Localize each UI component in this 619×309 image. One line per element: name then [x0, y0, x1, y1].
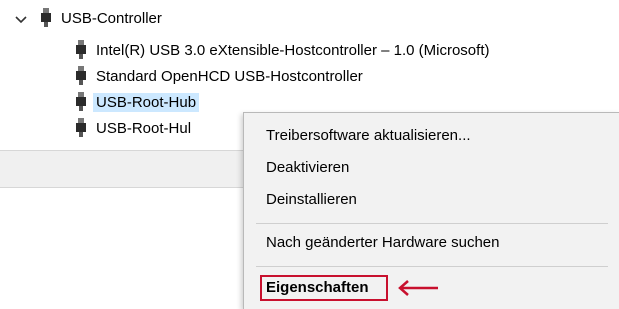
usb-icon	[76, 92, 86, 111]
device-label: Standard OpenHCD USB-Hostcontroller	[96, 67, 363, 85]
annotation-highlight-box	[260, 275, 388, 301]
device-label: USB-Root-Hul	[96, 119, 192, 137]
usb-icon	[76, 66, 86, 85]
device-label: USB-Root-Hub	[93, 92, 200, 112]
usb-icon	[41, 8, 51, 27]
menu-separator	[256, 223, 608, 224]
menu-item-uninstall[interactable]: Deinstallieren	[266, 187, 357, 213]
tree-category-usb-controller[interactable]: USB-Controller	[40, 6, 162, 30]
tree-item-openhcd[interactable]: Standard OpenHCD USB-Hostcontroller	[75, 64, 363, 88]
usb-icon	[76, 40, 86, 59]
menu-separator	[256, 266, 608, 267]
context-menu: Treibersoftware aktualisieren... Deaktiv…	[243, 112, 619, 309]
menu-item-update-driver[interactable]: Treibersoftware aktualisieren...	[266, 123, 471, 149]
category-label: USB-Controller	[61, 9, 162, 27]
tree-item-usb-root-hub-2[interactable]: USB-Root-Hul	[75, 116, 191, 140]
device-label: Intel(R) USB 3.0 eXtensible-Hostcontroll…	[96, 41, 490, 59]
usb-icon	[76, 118, 86, 137]
tree-item-intel-usb3[interactable]: Intel(R) USB 3.0 eXtensible-Hostcontroll…	[75, 38, 489, 62]
menu-item-scan-hardware[interactable]: Nach geänderter Hardware suchen	[266, 230, 499, 256]
chevron-down-icon[interactable]	[14, 14, 28, 26]
tree-item-usb-root-hub-selected[interactable]: USB-Root-Hub	[75, 90, 200, 114]
annotation-arrow-icon	[398, 280, 438, 296]
menu-item-disable[interactable]: Deaktivieren	[266, 155, 349, 181]
